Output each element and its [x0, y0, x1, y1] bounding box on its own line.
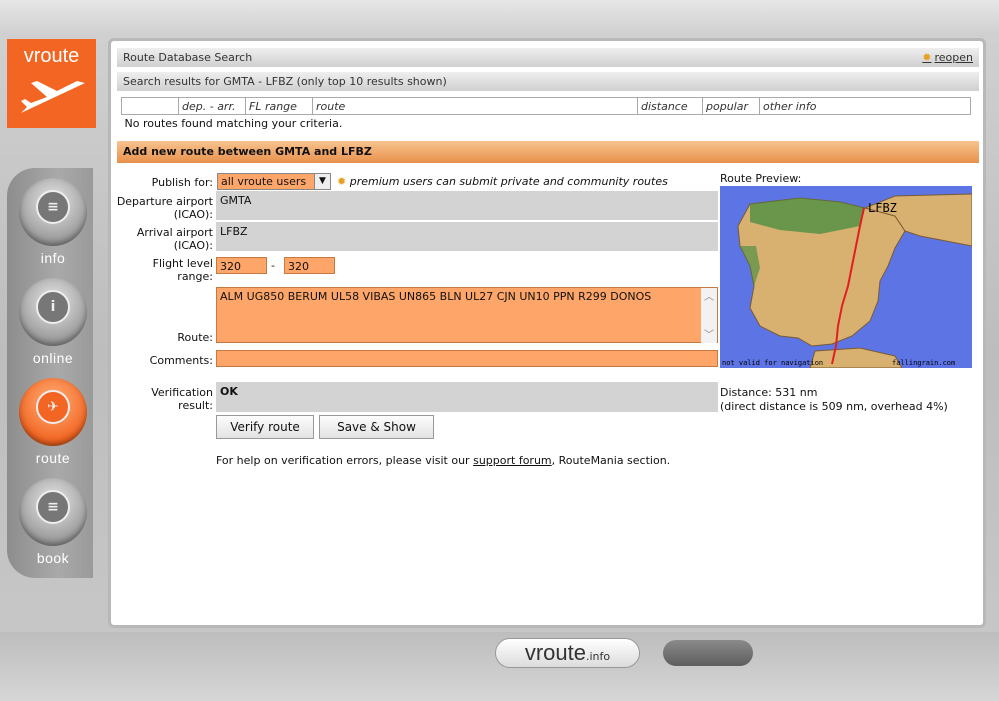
save-show-button[interactable]: Save & Show: [319, 415, 434, 439]
vroute-logo[interactable]: vroute: [7, 39, 96, 128]
reopen-label: reopen: [934, 51, 974, 64]
app-frame: vroute ≡ info i online ✈ route ≡ book Ro…: [0, 0, 999, 701]
route-preview-title: Route Preview:: [720, 172, 802, 185]
col-header: other info: [759, 97, 971, 115]
empty-message: No routes found matching your criteria.: [124, 117, 343, 130]
document-icon: ≡: [36, 190, 70, 224]
nav-item-info[interactable]: ≡ info: [13, 178, 93, 274]
map-disclaimer: not valid for navigation: [722, 359, 823, 367]
arrival-value: LFBZ: [216, 222, 718, 251]
scroll-up-icon: ︿: [704, 292, 714, 303]
nav-disc: i: [19, 278, 87, 346]
publish-select[interactable]: all vroute users ▼: [217, 173, 331, 190]
scroll-down-icon: ﹀: [704, 330, 714, 341]
support-forum-link[interactable]: support forum: [473, 454, 552, 467]
route-scrollbar[interactable]: ︿ ﹀: [701, 288, 717, 343]
nav-item-online[interactable]: i online: [13, 278, 93, 374]
verification-result: OK: [216, 382, 718, 412]
publish-label: Publish for:: [151, 176, 213, 189]
departure-label: Departure airport (ICAO):: [116, 195, 213, 221]
route-textarea[interactable]: ALM UG850 BERUM UL58 VIBAS UN865 BLN UL2…: [216, 287, 718, 343]
col-header: distance: [637, 97, 703, 115]
add-route-header: Add new route between GMTA and LFBZ: [117, 141, 979, 163]
table-row: No routes found matching your criteria.: [122, 115, 971, 133]
route-value: ALM UG850 BERUM UL58 VIBAS UN865 BLN UL2…: [220, 290, 652, 303]
comments-label: Comments:: [149, 354, 213, 367]
verification-label: Verification result:: [151, 386, 213, 412]
fl-label: Flight level range:: [152, 257, 213, 283]
nav-disc: ≡: [19, 478, 87, 546]
sky-blue-radio-logo[interactable]: [663, 640, 753, 666]
route-preview-map[interactable]: LFBZ not valid for navigation fallingrai…: [720, 186, 972, 368]
direct-distance-text: (direct distance is 509 nm, overhead 4%): [720, 400, 948, 413]
nav-label-info: info: [40, 250, 66, 266]
departure-value: GMTA: [216, 191, 718, 220]
nav-disc: ≡: [19, 178, 87, 246]
gear-icon: ✹: [922, 51, 932, 64]
premium-note-text: premium users can submit private and com…: [349, 175, 668, 188]
results-header-row: dep. - arr. FL range route distance popu…: [121, 97, 971, 115]
search-title: Route Database Search: [123, 51, 253, 64]
info-icon: i: [36, 290, 70, 324]
arrival-label: Arrival airport (ICAO):: [136, 226, 213, 252]
search-header: Route Database Search ✹ reopen: [117, 48, 979, 67]
distance-text: Distance: 531 nm: [720, 386, 818, 399]
col-header: route: [312, 97, 638, 115]
nav-item-route[interactable]: ✈ route: [13, 378, 93, 474]
gear-icon: ✹: [337, 175, 347, 188]
results-header: Search results for GMTA - LFBZ (only top…: [117, 72, 979, 91]
premium-note: ✹ premium users can submit private and c…: [337, 175, 668, 188]
nav-disc: ✈: [19, 378, 87, 446]
fl-separator: -: [271, 259, 275, 272]
comments-input[interactable]: [216, 350, 718, 367]
top-band: [0, 0, 999, 36]
sidebar-nav: ≡ info i online ✈ route ≡ book: [7, 168, 93, 578]
help-prefix: For help on verification errors, please …: [216, 454, 470, 467]
footer-logo-big: vroute: [524, 640, 586, 665]
results-table: dep. - arr. FL range route distance popu…: [121, 97, 971, 132]
help-text: For help on verification errors, please …: [216, 454, 670, 467]
map-credit: fallingrain.com: [892, 359, 955, 367]
route-label: Route:: [177, 331, 213, 344]
footer-logo-small: .info: [586, 650, 611, 663]
fl-min-input[interactable]: 320: [216, 257, 267, 274]
map-svg: LFBZ not valid for navigation fallingrai…: [720, 186, 972, 368]
nav-label-route: route: [35, 450, 71, 466]
col-header: popular: [702, 97, 760, 115]
logo-text: vroute: [23, 45, 80, 67]
nav-item-book[interactable]: ≡ book: [13, 478, 93, 574]
vroute-info-logo[interactable]: vroute.info: [495, 638, 640, 668]
fl-max-input[interactable]: 320: [284, 257, 335, 274]
plane-icon: ✈: [36, 390, 70, 424]
help-suffix: , RouteMania section.: [551, 454, 671, 467]
plane-logo-icon: [21, 81, 85, 113]
verify-route-button[interactable]: Verify route: [216, 415, 314, 439]
reopen-link[interactable]: ✹ reopen: [922, 48, 973, 67]
document-icon: ≡: [36, 490, 70, 524]
col-header: [121, 97, 179, 115]
publish-value: all vroute users: [221, 175, 307, 188]
chevron-down-icon: ▼: [314, 174, 330, 189]
dest-label: LFBZ: [868, 201, 897, 215]
nav-label-online: online: [32, 350, 74, 366]
nav-label-book: book: [36, 550, 70, 566]
col-header: FL range: [245, 97, 313, 115]
col-header: dep. - arr.: [178, 97, 246, 115]
